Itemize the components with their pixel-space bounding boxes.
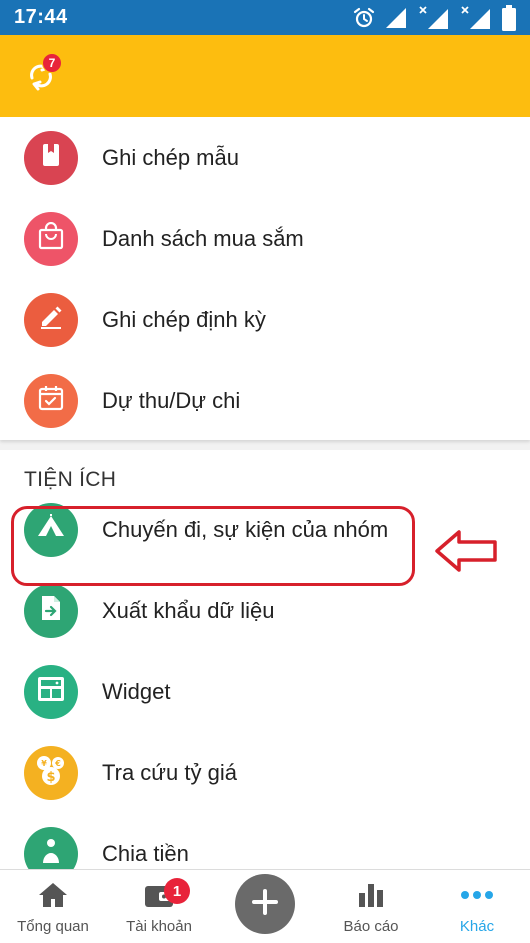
menu-item-du-thu-du-chi[interactable]: Dự thu/Dự chi — [0, 360, 530, 441]
nav-khac[interactable]: Khác — [424, 870, 530, 943]
icon-circle — [24, 826, 78, 869]
bookmark-icon — [38, 142, 64, 173]
menu-item-chia-tien[interactable]: Chia tiền — [0, 813, 530, 869]
nav-tai-khoan[interactable]: Tài khoản 1 — [106, 870, 212, 943]
menu-item-label: Ghi chép mẫu — [102, 144, 239, 170]
menu-item-label: Xuất khẩu dữ liệu — [102, 597, 275, 623]
nav-badge: 1 — [164, 878, 190, 904]
icon-circle — [24, 664, 78, 719]
menu-item-label: Tra cứu tỷ giá — [102, 759, 237, 785]
nav-bao-cao[interactable]: Báo cáo — [318, 870, 424, 943]
menu-item-label: Dự thu/Dự chi — [102, 387, 241, 413]
widget-icon — [37, 676, 65, 707]
plus-icon — [250, 887, 280, 922]
icon-circle — [24, 583, 78, 638]
menu-list[interactable]: Ghi chép mẫu Danh sách mua sắm Ghi chép … — [0, 117, 530, 869]
section-header: TIỆN ÍCH — [24, 468, 117, 491]
nav-label: Khác — [459, 918, 495, 935]
nav-tong-quan[interactable]: Tổng quan — [0, 870, 106, 943]
tent-icon — [36, 513, 66, 546]
menu-item-label: Danh sách mua sắm — [102, 225, 304, 251]
add-button[interactable] — [235, 874, 295, 934]
signal-no-data-icon-2 — [460, 5, 494, 31]
bottom-nav: Tổng quan Tài khoản 1 Báo cáo Khác — [0, 869, 530, 943]
menu-item-label: Chuyến đi, sự kiện của nhóm — [102, 516, 389, 542]
icon-circle — [24, 373, 78, 428]
more-dots-icon — [459, 881, 495, 914]
sync-icon — [24, 61, 58, 97]
bar-chart-icon — [356, 881, 386, 914]
menu-item-xuat-khau-du-lieu[interactable]: Xuất khẩu dữ liệu — [0, 570, 530, 651]
icon-circle: $ ¥ € — [24, 745, 78, 800]
nav-add[interactable] — [212, 870, 318, 943]
app-bar: 7 — [0, 35, 530, 117]
menu-item-label: Chia tiền — [102, 840, 189, 866]
sync-button[interactable]: 7 — [24, 53, 62, 93]
sync-badge: 7 — [42, 53, 62, 73]
menu-item-widget[interactable]: Widget — [0, 651, 530, 732]
pencil-icon — [38, 304, 64, 335]
icon-circle — [24, 211, 78, 266]
status-icons — [352, 4, 516, 31]
battery-icon — [502, 4, 516, 31]
signal-icon — [384, 6, 410, 30]
svg-text:$: $ — [46, 770, 55, 785]
home-icon — [37, 881, 69, 914]
split-money-icon — [37, 837, 65, 869]
svg-text:€: € — [54, 759, 61, 768]
svg-text:¥: ¥ — [41, 759, 47, 768]
currency-exchange-icon: $ ¥ € — [34, 753, 68, 792]
alarm-icon — [352, 6, 376, 30]
menu-item-tra-cuu-ty-gia[interactable]: $ ¥ € Tra cứu tỷ giá — [0, 732, 530, 813]
nav-label: Báo cáo — [343, 918, 399, 935]
file-export-icon — [39, 594, 63, 627]
menu-item-danh-sach-mua-sam[interactable]: Danh sách mua sắm — [0, 198, 530, 279]
section-general: Ghi chép mẫu Danh sách mua sắm Ghi chép … — [0, 117, 530, 440]
icon-circle — [24, 292, 78, 347]
signal-no-data-icon — [418, 5, 452, 31]
status-time: 17:44 — [14, 6, 68, 28]
section-tien-ich: TIỆN ÍCH Chuyến đi, sự kiện của nhóm Xuấ… — [0, 450, 530, 869]
menu-item-ghi-chep-mau[interactable]: Ghi chép mẫu — [0, 117, 530, 198]
shopping-bag-icon — [37, 221, 65, 255]
arrow-left-icon — [433, 529, 499, 578]
menu-item-label: Ghi chép định kỳ — [102, 306, 266, 332]
menu-item-ghi-chep-dinh-ky[interactable]: Ghi chép định kỳ — [0, 279, 530, 360]
icon-circle — [24, 502, 78, 557]
menu-item-label: Widget — [102, 678, 171, 704]
icon-circle — [24, 130, 78, 185]
nav-label: Tổng quan — [17, 918, 89, 935]
nav-label: Tài khoản — [126, 918, 192, 935]
status-bar: 17:44 — [0, 0, 530, 35]
calendar-check-icon — [37, 384, 65, 417]
